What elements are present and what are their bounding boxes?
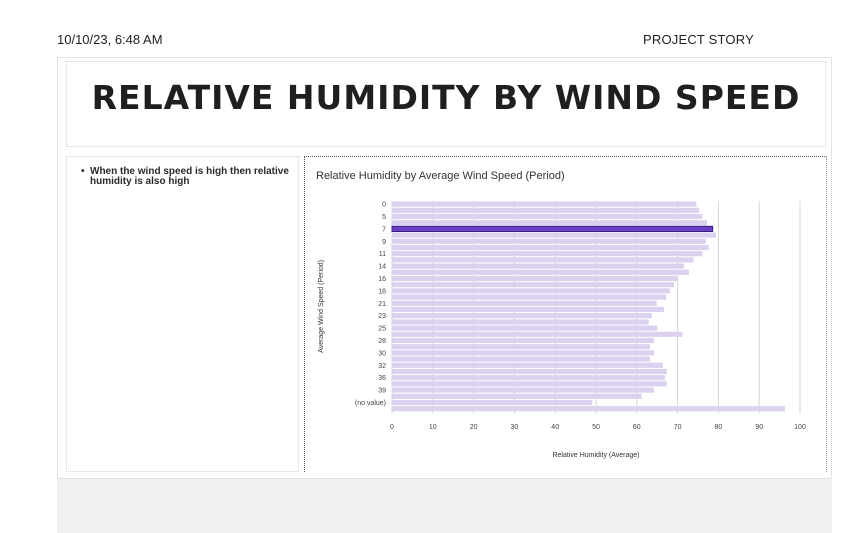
- chart-bar[interactable]: [392, 375, 665, 381]
- chart-bar[interactable]: [392, 325, 658, 331]
- chart-bar[interactable]: [392, 381, 667, 387]
- bar-chart: 0 5 7 9 11 14 16 18 21 23 25 28 30 32 36 39 (no value) 0 1…: [318, 201, 806, 459]
- x-tick-label: 10: [429, 424, 437, 431]
- x-axis-label: Relative Humidity (Average): [552, 452, 639, 459]
- y-tick-label: 18: [378, 288, 386, 295]
- chart-bar[interactable]: [392, 393, 642, 399]
- chart-bar[interactable]: [392, 220, 707, 226]
- y-tick-label: 0: [382, 202, 386, 209]
- y-tick-label: 11: [379, 251, 386, 258]
- chart-bar[interactable]: [392, 306, 665, 313]
- chart-bar[interactable]: [392, 300, 657, 306]
- y-tick-label: 14: [378, 264, 386, 271]
- x-tick-label: 100: [794, 424, 806, 431]
- x-tick-label: 20: [470, 424, 478, 431]
- chart-bar[interactable]: [392, 213, 703, 220]
- chart-bar[interactable]: [392, 356, 650, 362]
- y-tick-label: 36: [378, 375, 386, 382]
- chart-bar[interactable]: [392, 251, 703, 257]
- x-tick-label: 90: [755, 424, 763, 431]
- y-tick-label: 21: [378, 301, 386, 308]
- chart-bar[interactable]: [392, 232, 716, 238]
- x-tick-label: 50: [592, 424, 600, 431]
- y-axis-label: Average Wind Speed (Period): [318, 260, 325, 353]
- y-tick-label: 9: [382, 239, 386, 246]
- chart-bar[interactable]: [392, 313, 652, 319]
- chart-bar[interactable]: [392, 269, 690, 275]
- y-tick-label: 28: [378, 338, 386, 345]
- chart-bar[interactable]: [392, 244, 709, 251]
- chart-bar[interactable]: [392, 288, 670, 294]
- chart-bar[interactable]: [392, 201, 697, 207]
- chart-bar[interactable]: [392, 275, 678, 282]
- chart-bar[interactable]: [392, 350, 654, 356]
- chart-bar[interactable]: [392, 294, 667, 300]
- y-tick-label: 30: [378, 350, 386, 357]
- chart-bar[interactable]: [392, 362, 663, 368]
- chart-bar[interactable]: [392, 331, 683, 337]
- chart-bar[interactable]: [392, 319, 649, 325]
- y-tick-label: 23: [378, 313, 386, 320]
- y-tick-label: 7: [382, 226, 386, 233]
- y-tick-label: 25: [378, 326, 386, 333]
- x-tick-label: 60: [633, 424, 641, 431]
- chart-bar[interactable]: [392, 368, 667, 375]
- x-tick-label: 30: [511, 424, 519, 431]
- y-tick-label: 5: [382, 214, 386, 221]
- x-tick-label: 0: [390, 424, 394, 431]
- chart-bar-highlighted[interactable]: [391, 225, 714, 233]
- y-tick-label: 16: [378, 276, 386, 283]
- chart-bar[interactable]: [392, 257, 694, 263]
- y-tick-label: (no value): [355, 400, 386, 407]
- chart-bar[interactable]: [392, 406, 785, 412]
- x-tick-label: 80: [715, 424, 723, 431]
- y-tick-label: 39: [378, 388, 386, 395]
- chart-bar[interactable]: [392, 399, 593, 406]
- chart-bar[interactable]: [392, 344, 650, 350]
- x-tick-label: 40: [551, 424, 559, 431]
- chart-bar[interactable]: [392, 387, 654, 393]
- chart-bar[interactable]: [392, 238, 706, 244]
- x-tick-label: 70: [674, 424, 682, 431]
- chart-bar[interactable]: [392, 207, 700, 213]
- chart-bar[interactable]: [392, 263, 685, 269]
- chart-bar[interactable]: [392, 282, 674, 288]
- chart-bar[interactable]: [392, 337, 654, 344]
- y-tick-label: 32: [378, 363, 386, 370]
